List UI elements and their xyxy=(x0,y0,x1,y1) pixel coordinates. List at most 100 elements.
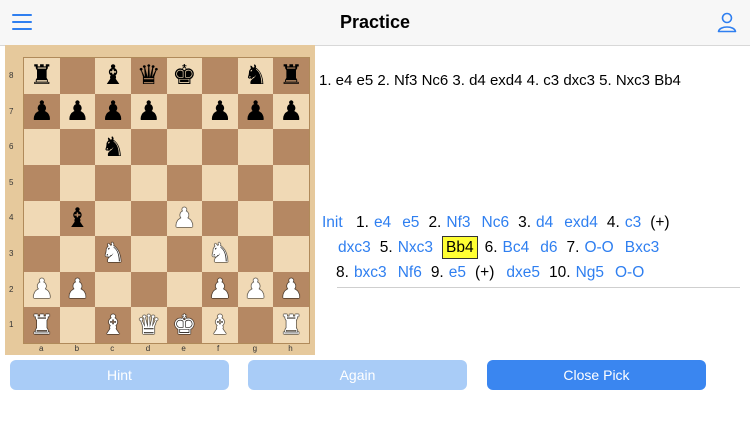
move-link[interactable]: c3 xyxy=(623,210,643,235)
move-link[interactable]: e5 xyxy=(400,210,421,235)
white-rook-icon[interactable]: ♜ xyxy=(279,312,303,339)
square-b6[interactable] xyxy=(59,129,96,165)
square-f4[interactable] xyxy=(202,200,238,237)
square-e1[interactable]: ♚ xyxy=(166,307,203,343)
square-h6[interactable] xyxy=(273,129,309,165)
black-pawn-icon[interactable]: ♟ xyxy=(208,98,232,125)
move-link[interactable]: dxe5 xyxy=(504,260,542,285)
move-link[interactable]: exd4 xyxy=(562,210,600,235)
square-e2[interactable] xyxy=(166,271,203,308)
black-bishop-icon[interactable]: ♝ xyxy=(65,205,89,232)
square-a3[interactable] xyxy=(24,236,60,272)
square-d1[interactable]: ♛ xyxy=(130,307,167,343)
black-pawn-icon[interactable]: ♟ xyxy=(65,98,89,125)
square-c3[interactable]: ♞ xyxy=(95,236,131,272)
move-link[interactable]: Nxc3 xyxy=(396,235,435,260)
move-link[interactable]: Nc6 xyxy=(480,210,512,235)
square-d8[interactable]: ♛ xyxy=(130,58,167,94)
black-pawn-icon[interactable]: ♟ xyxy=(101,98,125,125)
close-pick-button[interactable]: Close Pick xyxy=(487,360,706,390)
black-king-icon[interactable]: ♚ xyxy=(172,62,196,89)
square-h7[interactable]: ♟ xyxy=(273,93,309,130)
square-h4[interactable] xyxy=(273,200,309,237)
square-a6[interactable] xyxy=(24,129,60,165)
move-link[interactable]: d4 xyxy=(534,210,555,235)
square-b1[interactable] xyxy=(59,307,96,343)
black-rook-icon[interactable]: ♜ xyxy=(30,62,54,89)
square-f1[interactable]: ♝ xyxy=(202,307,238,343)
move-link[interactable]: e5 xyxy=(447,260,468,285)
move-link[interactable]: Nf6 xyxy=(396,260,424,285)
square-h8[interactable]: ♜ xyxy=(273,58,309,94)
white-pawn-icon[interactable]: ♟ xyxy=(208,276,232,303)
move-link[interactable]: e4 xyxy=(372,210,393,235)
square-g7[interactable]: ♟ xyxy=(237,93,274,130)
move-link[interactable]: Bc4 xyxy=(501,235,532,260)
square-d6[interactable] xyxy=(130,129,167,165)
black-pawn-icon[interactable]: ♟ xyxy=(137,98,161,125)
square-h1[interactable]: ♜ xyxy=(273,307,309,343)
square-f3[interactable]: ♞ xyxy=(202,236,238,272)
black-bishop-icon[interactable]: ♝ xyxy=(101,62,125,89)
square-g4[interactable] xyxy=(237,200,274,237)
square-f2[interactable]: ♟ xyxy=(202,271,238,308)
white-pawn-icon[interactable]: ♟ xyxy=(243,276,267,303)
square-e5[interactable] xyxy=(166,164,203,201)
person-icon[interactable] xyxy=(716,11,738,33)
move-link[interactable]: O-O xyxy=(582,235,615,260)
square-d3[interactable] xyxy=(130,236,167,272)
move-link[interactable]: Bxc3 xyxy=(623,235,661,260)
move-link[interactable]: dxc3 xyxy=(336,235,373,260)
square-b3[interactable] xyxy=(59,236,96,272)
square-d7[interactable]: ♟ xyxy=(130,93,167,130)
square-d4[interactable] xyxy=(130,200,167,237)
square-b5[interactable] xyxy=(59,164,96,201)
square-a8[interactable]: ♜ xyxy=(24,58,60,94)
square-a5[interactable] xyxy=(24,164,60,201)
white-king-icon[interactable]: ♚ xyxy=(172,312,196,339)
black-pawn-icon[interactable]: ♟ xyxy=(30,98,54,125)
square-a1[interactable]: ♜ xyxy=(24,307,60,343)
square-c8[interactable]: ♝ xyxy=(95,58,131,94)
square-h5[interactable] xyxy=(273,164,309,201)
black-rook-icon[interactable]: ♜ xyxy=(279,62,303,89)
white-knight-icon[interactable]: ♞ xyxy=(208,240,232,267)
square-c7[interactable]: ♟ xyxy=(95,93,131,130)
init-button[interactable]: Init xyxy=(320,210,345,235)
square-c4[interactable] xyxy=(95,200,131,237)
move-link[interactable]: d6 xyxy=(538,235,559,260)
move-link[interactable]: O-O xyxy=(613,260,646,285)
square-d2[interactable] xyxy=(130,271,167,308)
white-rook-icon[interactable]: ♜ xyxy=(30,312,54,339)
chess-board[interactable]: ♜ ♝ ♛ ♚ ♞ ♜ ♟ ♟ ♟ ♟ ♟ ♟ ♟ ♞ ♝ ♟ ♞ ♞ ♟ ♟ ♟ ♟ ♟ ♜ ♝ ♛ ♚ ♝ ♜ xyxy=(23,57,310,344)
white-bishop-icon[interactable]: ♝ xyxy=(208,312,232,339)
square-f5[interactable] xyxy=(202,164,238,201)
square-g8[interactable]: ♞ xyxy=(237,58,274,94)
move-link[interactable]: bxc3 xyxy=(352,260,389,285)
square-e7[interactable] xyxy=(166,93,203,130)
white-pawn-icon[interactable]: ♟ xyxy=(30,276,54,303)
square-e4[interactable]: ♟ xyxy=(166,200,203,237)
square-d5[interactable] xyxy=(130,164,167,201)
move-link[interactable]: Nf3 xyxy=(444,210,472,235)
square-a4[interactable] xyxy=(24,200,60,237)
square-e8[interactable]: ♚ xyxy=(166,58,203,94)
square-g3[interactable] xyxy=(237,236,274,272)
square-b7[interactable]: ♟ xyxy=(59,93,96,130)
square-f7[interactable]: ♟ xyxy=(202,93,238,130)
square-g6[interactable] xyxy=(237,129,274,165)
square-b4[interactable]: ♝ xyxy=(59,200,96,237)
square-b2[interactable]: ♟ xyxy=(59,271,96,308)
square-e6[interactable] xyxy=(166,129,203,165)
square-h2[interactable]: ♟ xyxy=(273,271,309,308)
current-move[interactable]: Bb4 xyxy=(442,236,478,259)
square-f8[interactable] xyxy=(202,58,238,94)
square-c2[interactable] xyxy=(95,271,131,308)
black-pawn-icon[interactable]: ♟ xyxy=(243,98,267,125)
white-pawn-icon[interactable]: ♟ xyxy=(65,276,89,303)
square-a2[interactable]: ♟ xyxy=(24,271,60,308)
black-queen-icon[interactable]: ♛ xyxy=(137,62,161,89)
square-c6[interactable]: ♞ xyxy=(95,129,131,165)
white-pawn-icon[interactable]: ♟ xyxy=(279,276,303,303)
black-knight-icon[interactable]: ♞ xyxy=(101,134,125,161)
